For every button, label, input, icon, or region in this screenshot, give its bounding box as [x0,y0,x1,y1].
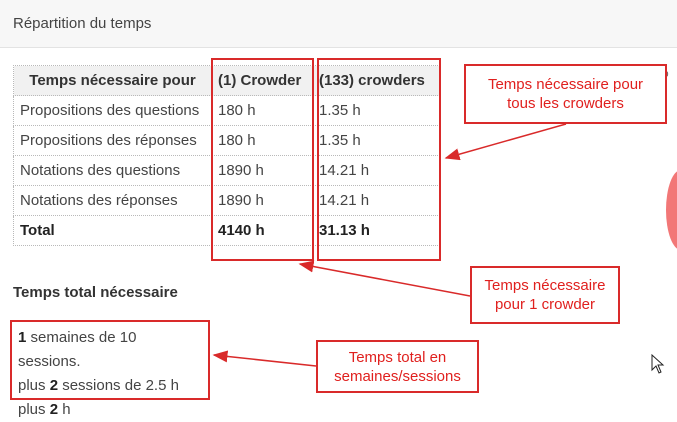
row-label: Notations des questions [13,155,212,186]
row-label: Propositions des questions [13,95,212,126]
sessions-line: plus 2 sessions de 2.5 h [18,374,202,398]
panel-header: Répartition du temps [0,0,677,48]
arrow-to-one-crowder-column [298,260,471,297]
row-label: Propositions des réponses [13,125,212,156]
hours-prefix: plus [18,401,50,418]
sessions-text: sessions de 2.5 h [58,377,179,394]
hours-line: plus 2 h [18,398,202,422]
callout-one-crowder: Temps nécessaire pour 1 crowder [470,266,620,324]
column-header-task: Temps nécessaire pour [13,65,212,96]
clipped-avatar-shape [666,170,677,250]
callout-all-crowders-text: Temps nécessaire pour tous les crowders [487,76,644,112]
callout-all-crowders: Temps nécessaire pour tous les crowders [464,64,667,124]
sessions-prefix: plus [18,377,50,394]
mouse-pointer-icon [651,354,665,374]
hours-text: h [58,401,71,418]
hours-count: 2 [49,401,59,418]
row-label: Notations des réponses [13,185,212,216]
total-time-summary: 1 semaines de 10 sessions. plus 2 sessio… [10,320,210,418]
panel-title: Répartition du temps [13,15,152,32]
weeks-line: 1 semaines de 10 sessions. [18,326,202,374]
weeks-text: semaines de 10 sessions. [18,329,137,370]
total-time-heading: Temps total nécessaire [13,284,178,301]
callout-one-crowder-text: Temps nécessaire pour 1 crowder [484,277,606,313]
arrow-to-all-crowders-column [444,123,567,161]
arrow-to-total-summary [212,350,317,367]
callout-total-weeks: Temps total en semaines/sessions [316,340,479,393]
highlight-all-crowders-column [317,58,441,261]
callout-total-weeks-text: Temps total en semaines/sessions [334,348,461,385]
total-label: Total [13,215,212,246]
highlight-one-crowder-column [211,58,314,261]
sessions-count: 2 [49,377,59,394]
